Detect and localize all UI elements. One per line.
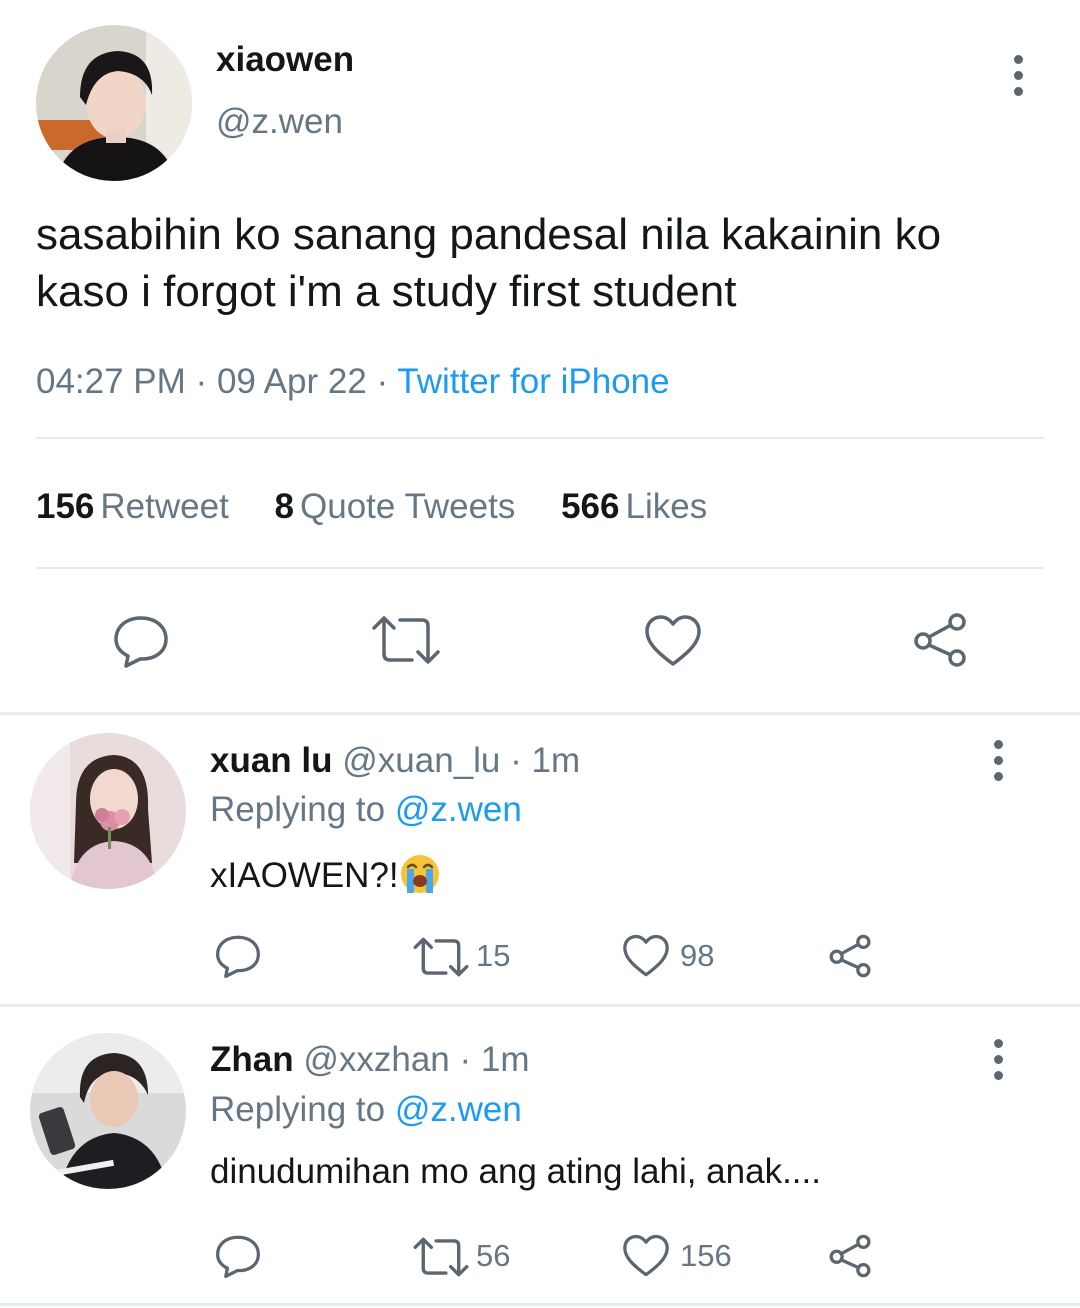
tweet-stats: 156 Retweet 8 Quote Tweets 566 Likes — [36, 487, 743, 527]
reply-handle: @xuan_lu — [342, 741, 501, 780]
replying-label: Replying to — [210, 790, 386, 829]
retweet-icon[interactable] — [412, 1236, 470, 1278]
divider — [0, 712, 1080, 715]
retweet-count: 15 — [476, 938, 511, 973]
avatar[interactable] — [30, 733, 186, 889]
reply-text: xIAOWEN?! — [210, 853, 441, 896]
like-count: 98 — [680, 938, 715, 973]
tweet-text: sasabihin ko sanang pandesal nila kakain… — [36, 210, 942, 316]
reply-icon[interactable] — [214, 1234, 262, 1278]
retweet-count: 56 — [476, 1238, 511, 1273]
reply-time: · 1m — [459, 1040, 530, 1079]
quotes-stat[interactable]: 8 Quote Tweets — [275, 487, 516, 526]
share-icon[interactable] — [826, 1234, 874, 1278]
retweets-label: Retweet — [100, 487, 229, 526]
replying-to: Replying to @z.wen — [210, 1090, 522, 1130]
display-name[interactable]: xiaowen — [216, 40, 354, 80]
reply-display-name: xuan lu — [210, 741, 333, 780]
tweet-source-link[interactable]: Twitter for iPhone — [397, 362, 669, 401]
divider — [0, 1004, 1080, 1007]
avatar[interactable] — [30, 1033, 186, 1189]
reply-text-content: xIAOWEN?! — [210, 856, 399, 895]
likes-stat[interactable]: 566 Likes — [561, 487, 707, 526]
more-options-icon[interactable] — [978, 730, 1018, 790]
reply-icon[interactable] — [112, 614, 170, 668]
like-icon[interactable] — [644, 614, 702, 668]
reply-display-name: Zhan — [210, 1040, 294, 1079]
tweet-time: 04:27 PM — [36, 362, 186, 401]
replying-label: Replying to — [210, 1090, 386, 1129]
meta-separator: · — [195, 362, 208, 401]
likes-count: 566 — [561, 487, 620, 526]
reply-author[interactable]: Zhan @xxzhan · 1m — [210, 1040, 530, 1080]
avatar[interactable] — [36, 25, 192, 181]
divider — [36, 567, 1044, 569]
retweet-icon[interactable] — [412, 936, 470, 978]
reply-icon[interactable] — [214, 934, 262, 978]
more-options-icon[interactable] — [978, 1029, 1018, 1089]
replying-to-link[interactable]: @z.wen — [395, 1090, 522, 1129]
like-count: 156 — [680, 1238, 732, 1273]
retweets-stat[interactable]: 156 Retweet — [36, 487, 229, 526]
reply-time: · 1m — [510, 741, 581, 780]
meta-separator: · — [376, 362, 389, 401]
handle[interactable]: @z.wen — [216, 102, 343, 142]
reply-author[interactable]: xuan lu @xuan_lu · 1m — [210, 741, 580, 781]
retweet-icon[interactable] — [370, 614, 442, 666]
share-icon[interactable] — [910, 612, 970, 668]
tweet-meta: 04:27 PM · 09 Apr 22 · Twitter for iPhon… — [36, 362, 670, 402]
loudly-crying-face-icon — [400, 855, 439, 893]
more-options-icon[interactable] — [998, 45, 1038, 105]
like-icon[interactable] — [622, 934, 670, 978]
quotes-count: 8 — [274, 487, 295, 526]
reply-text: dinudumihan mo ang ating lahi, anak.... — [210, 1152, 821, 1191]
replying-to: Replying to @z.wen — [210, 790, 522, 830]
divider — [36, 437, 1044, 439]
tweet-date: 09 Apr 22 — [216, 362, 367, 401]
reply-handle: @xxzhan — [303, 1040, 450, 1079]
likes-label: Likes — [625, 487, 708, 526]
like-icon[interactable] — [622, 1234, 670, 1278]
divider — [0, 1303, 1080, 1306]
replying-to-link[interactable]: @z.wen — [395, 790, 522, 829]
share-icon[interactable] — [826, 934, 874, 978]
quotes-label: Quote Tweets — [300, 487, 516, 526]
retweets-count: 156 — [36, 487, 95, 526]
